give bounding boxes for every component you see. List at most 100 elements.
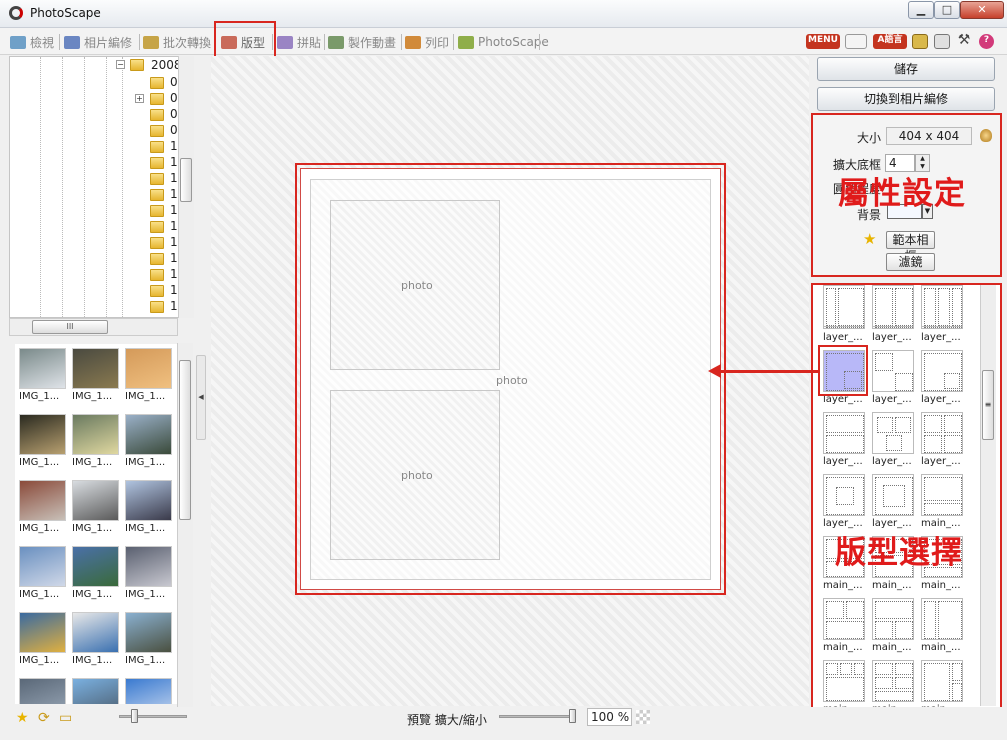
acorn-pin-icon[interactable]	[980, 129, 992, 142]
folder-icon	[150, 253, 164, 265]
thumbnail-image	[125, 414, 172, 455]
layout-template-tile[interactable]	[872, 660, 914, 702]
tree-item-label[interactable]: 1	[170, 171, 178, 185]
tab-editor[interactable]: 相片編修	[64, 31, 132, 53]
thumbnail-item[interactable]: IMG_1...	[72, 546, 120, 606]
thumbnail-item[interactable]: IMG_1...	[125, 480, 173, 540]
thumbnail-item[interactable]: IMG_1...	[72, 480, 120, 540]
thumbnail-item[interactable]: IMG_1...	[19, 348, 67, 408]
thumbnail-item[interactable]: IMG_1...	[72, 612, 120, 672]
zoom-value-field[interactable]: 100 %	[587, 708, 632, 726]
open-folder-icon[interactable]: ▭	[59, 710, 72, 726]
layout-template-tile[interactable]	[823, 660, 865, 702]
tree-item-label[interactable]: 1	[170, 299, 178, 313]
layout-template-tile[interactable]	[921, 598, 963, 640]
layout-template-tile[interactable]	[823, 412, 865, 454]
layout-template-tile[interactable]	[823, 285, 865, 327]
tree-item-label[interactable]: 0	[170, 107, 178, 121]
thumbnail-vertical-scroll-thumb[interactable]	[179, 360, 191, 520]
tree-vertical-scroll-thumb[interactable]	[180, 158, 192, 202]
tree-item-label[interactable]: 1	[170, 235, 178, 249]
folder-tree[interactable]: −20080+000111111111111	[9, 56, 194, 318]
thumbnail-size-slider[interactable]	[119, 715, 187, 718]
maximize-button[interactable]: □	[934, 1, 960, 19]
tree-item-label[interactable]: 1	[170, 187, 178, 201]
thumbnail-item[interactable]: IMG_1...	[72, 414, 120, 474]
thumbnail-item[interactable]: IMG_1...	[125, 678, 173, 704]
tree-item-label[interactable]: 0	[170, 91, 178, 105]
thumbnail-item[interactable]: IMG_1...	[125, 414, 173, 474]
thumbnail-item[interactable]: IMG_1...	[19, 480, 67, 540]
layout-template-tile[interactable]	[872, 285, 914, 327]
panel-splitter[interactable]: ◀	[196, 355, 206, 440]
switch-to-editor-button[interactable]: 切換到相片編修	[817, 87, 995, 111]
frame-template-button[interactable]: 範本相框	[886, 231, 935, 263]
thumbnail-image	[72, 546, 119, 587]
favorites-star-icon[interactable]: ★	[16, 710, 29, 726]
language-button[interactable]: A語言	[873, 34, 907, 49]
transparency-checker-icon[interactable]	[636, 710, 650, 724]
tree-root-label[interactable]: 2008	[151, 58, 182, 72]
zoom-slider-knob[interactable]	[569, 709, 576, 723]
layout-template-tile[interactable]	[921, 412, 963, 454]
layout-vertical-scroll-thumb[interactable]: ≡	[982, 370, 994, 440]
layout-template-tile[interactable]	[872, 474, 914, 516]
tab-gif[interactable]: 製作動畫	[328, 31, 396, 53]
layout-template-tile[interactable]	[921, 474, 963, 516]
template-cell	[846, 601, 864, 619]
blank-button[interactable]	[845, 34, 867, 49]
tree-item-label[interactable]: 1	[170, 139, 178, 153]
tab-viewer[interactable]: 檢視	[10, 31, 54, 53]
tree-item-label[interactable]: 0	[170, 75, 178, 89]
tab-combine[interactable]: 拼貼	[277, 31, 321, 53]
thumbnail-item[interactable]: IMG_1...	[125, 348, 173, 408]
tab-print[interactable]: 列印	[405, 31, 449, 53]
viewer-icon	[10, 35, 26, 49]
layout-vertical-scrollbar[interactable]	[980, 285, 996, 706]
tree-item-label[interactable]: 1	[170, 283, 178, 297]
zoom-slider[interactable]	[499, 715, 575, 718]
copy-icon[interactable]	[934, 34, 950, 49]
save-button[interactable]: 儲存	[817, 57, 995, 81]
layout-template-caption: layer_...	[872, 332, 912, 343]
tree-horizontal-scroll-thumb[interactable]: III	[32, 320, 108, 334]
tab-batch[interactable]: 批次轉換	[143, 31, 211, 53]
refresh-icon[interactable]: ⟳	[38, 710, 50, 726]
minimize-button[interactable]: ▁	[908, 1, 934, 19]
filter-button[interactable]: 濾鏡	[886, 253, 935, 271]
film-icon[interactable]	[912, 34, 928, 49]
thumbnail-item[interactable]: IMG_1...	[125, 546, 173, 606]
layout-template-tile[interactable]	[921, 350, 963, 392]
layout-template-tile[interactable]	[872, 412, 914, 454]
tree-item-label[interactable]: 1	[170, 219, 178, 233]
folder-icon	[150, 173, 164, 185]
expand-icon[interactable]: +	[135, 94, 144, 103]
thumbnail-item[interactable]: IMG_1...	[72, 348, 120, 408]
thumbnail-item[interactable]: IMG_1...	[19, 546, 67, 606]
help-icon[interactable]: ?	[979, 34, 994, 49]
layout-template-tile[interactable]	[872, 350, 914, 392]
layout-template-tile[interactable]	[872, 598, 914, 640]
layout-template-tile[interactable]	[921, 285, 963, 327]
close-button[interactable]: ✕	[960, 1, 1004, 19]
layout-template-tile[interactable]	[823, 598, 865, 640]
tree-item-label[interactable]: 0	[170, 123, 178, 137]
layout-template-tile[interactable]	[823, 474, 865, 516]
tree-item-label[interactable]: 1	[170, 267, 178, 281]
collapse-icon[interactable]: −	[116, 60, 125, 69]
tree-item-label[interactable]: 1	[170, 203, 178, 217]
thumbnail-item[interactable]: IMG_1...	[19, 612, 67, 672]
thumbnail-size-slider-knob[interactable]	[131, 709, 139, 723]
tree-item-label[interactable]: 1	[170, 155, 178, 169]
tab-photoscape[interactable]: PhotoScape	[458, 31, 549, 53]
settings-wrench-icon[interactable]: ⚒	[957, 33, 971, 49]
thumbnail-item[interactable]: IMG_1...	[125, 612, 173, 672]
thumbnail-item[interactable]: IMG_1...	[19, 678, 67, 704]
layout-template-tile[interactable]	[921, 660, 963, 702]
thumbnail-item[interactable]: IMG_1...	[19, 414, 67, 474]
tree-item-label[interactable]: 1	[170, 251, 178, 265]
thumbnail-item[interactable]: IMG_1...	[72, 678, 120, 704]
thumbnail-caption: IMG_1...	[125, 655, 166, 666]
menu-button[interactable]: MENU	[806, 34, 840, 49]
star-icon[interactable]: ★	[863, 230, 876, 248]
